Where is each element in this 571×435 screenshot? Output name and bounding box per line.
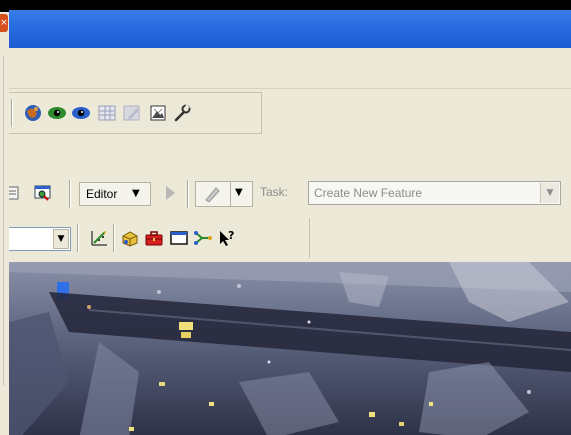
- menu-bar: [9, 48, 571, 89]
- network-icon[interactable]: [193, 228, 213, 248]
- close-icon[interactable]: ×: [0, 14, 8, 32]
- zoom-map-icon[interactable]: [33, 183, 53, 203]
- red-toolbox-icon[interactable]: [144, 228, 164, 248]
- editor-label: Editor: [86, 187, 118, 201]
- tools-toolbar: [9, 92, 262, 134]
- toolbar-separator: [187, 180, 189, 208]
- yellow-box-icon[interactable]: [120, 228, 140, 248]
- chevron-down-icon: ▼: [235, 187, 243, 198]
- image-frame-icon[interactable]: [148, 103, 168, 123]
- editor-menu-button[interactable]: Editor ▼: [79, 182, 151, 206]
- task-select-value: Create New Feature: [314, 186, 423, 200]
- sketch-arrow-icon[interactable]: [160, 183, 180, 203]
- green-eye-icon[interactable]: [47, 103, 67, 123]
- chevron-down-icon[interactable]: ▼: [540, 183, 559, 203]
- toolbar-separator: [11, 99, 13, 127]
- scrollbar[interactable]: [3, 56, 4, 386]
- disabled-pencil-icon[interactable]: [122, 103, 142, 123]
- task-label: Task:: [260, 185, 289, 199]
- utility-toolbar: ▼ ?: [9, 218, 310, 258]
- task-select[interactable]: Create New Feature ▼: [308, 181, 561, 205]
- arcmap-window: Editor ▼ ▼ Task: Create New Feature ▼ ▼ …: [9, 4, 571, 435]
- wrench-icon[interactable]: [172, 103, 192, 123]
- chevron-down-icon[interactable]: ▼: [53, 229, 69, 249]
- toolbar-separator: [77, 224, 79, 252]
- blue-eye-icon[interactable]: [71, 103, 91, 123]
- screen: × Editor ▼ ▼ Task: Create New Feature ▼ …: [0, 0, 571, 435]
- dropdown-divider: [230, 182, 231, 206]
- pencil-icon: [202, 184, 222, 204]
- help-pointer-icon[interactable]: ?: [217, 228, 237, 248]
- sketch-tool-dropdown[interactable]: ▼: [195, 181, 253, 207]
- toolbar-separator: [69, 180, 71, 208]
- globe-icon[interactable]: [23, 103, 43, 123]
- title-bar[interactable]: [9, 4, 571, 48]
- map-view[interactable]: [9, 262, 571, 435]
- chevron-down-icon: ▼: [132, 188, 140, 199]
- grid-table-icon[interactable]: [97, 103, 117, 123]
- layer-select[interactable]: ▼: [9, 227, 71, 251]
- svg-text:?: ?: [228, 229, 234, 242]
- layer-icon[interactable]: [9, 183, 23, 203]
- editor-toolbar: Editor ▼ ▼ Task: Create New Feature ▼: [9, 174, 571, 214]
- chart-line-icon[interactable]: [89, 228, 109, 248]
- window-icon[interactable]: [169, 228, 189, 248]
- toolbar-separator: [113, 224, 115, 252]
